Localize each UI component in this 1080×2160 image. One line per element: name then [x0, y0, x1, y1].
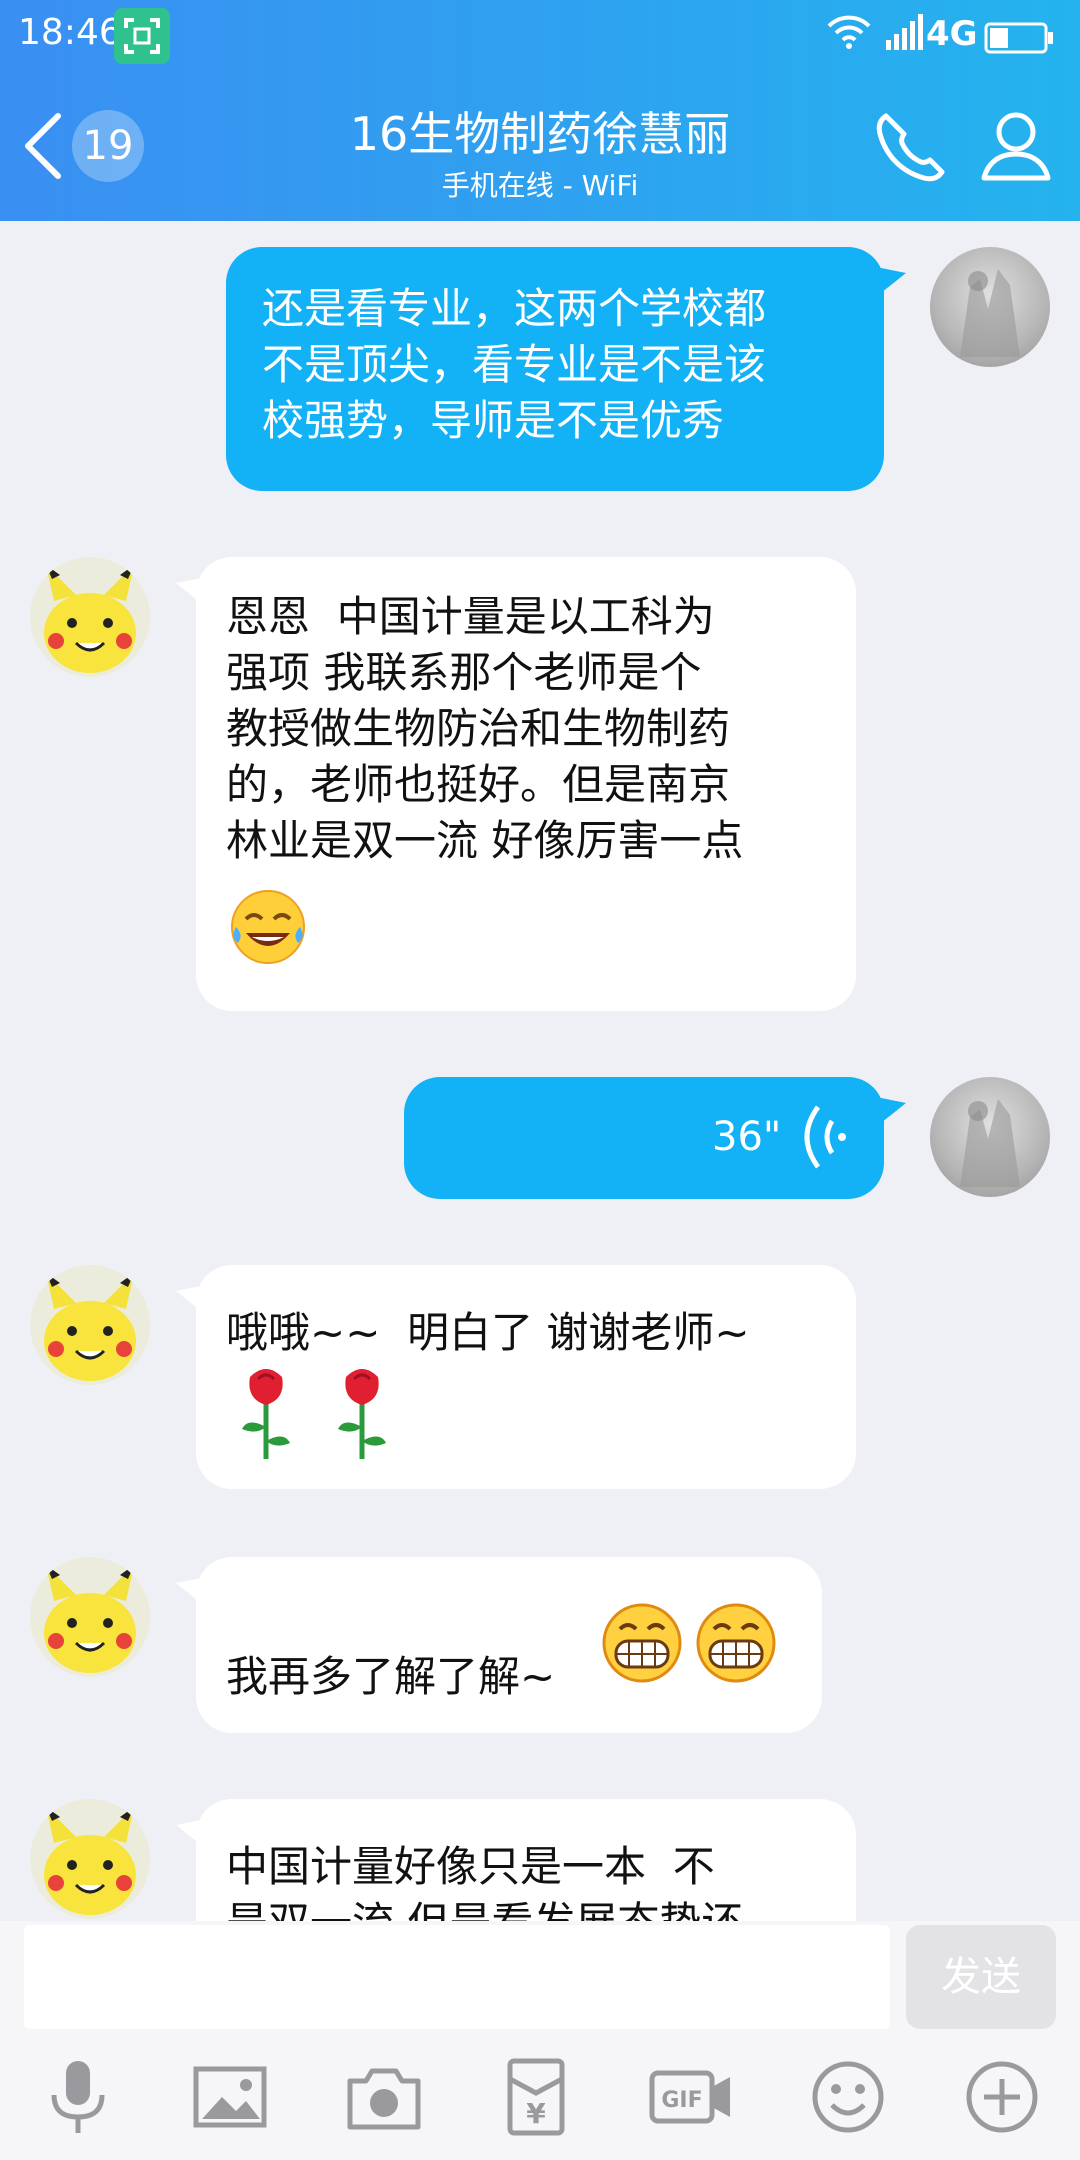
message-bubble-incoming[interactable]: 恩恩 中国计量是以工科为 强项 我联系那个老师是个 教授做生物防治和生物制药 的…	[196, 557, 856, 1011]
my-avatar[interactable]	[930, 1077, 1050, 1197]
gif-icon[interactable]: GIF	[648, 2057, 734, 2137]
bubble-tail	[176, 1819, 206, 1849]
message-text: 还是看专业，这两个学校都 不是顶尖，看专业是不是该 校强势，导师是不是优秀	[262, 284, 767, 445]
my-avatar[interactable]	[930, 247, 1050, 367]
message-text: 哦哦~~ 明白了 谢谢老师~	[226, 1308, 750, 1357]
contact-avatar[interactable]	[30, 1557, 150, 1677]
plus-icon[interactable]	[962, 2057, 1042, 2137]
send-button[interactable]: 发送	[906, 1925, 1056, 2029]
screenshot-scan-icon	[114, 8, 170, 64]
message-input[interactable]	[24, 1925, 890, 2029]
message-list[interactable]: 还是看专业，这两个学校都 不是顶尖，看专业是不是该 校强势，导师是不是优秀 恩恩…	[0, 221, 1080, 1921]
contact-avatar[interactable]	[30, 557, 150, 677]
message-bubble-incoming[interactable]: 中国计量好像只是一本 不 是双一流 但是看发展态势还	[196, 1799, 856, 1921]
bubble-tail	[176, 577, 206, 607]
svg-text:¥: ¥	[526, 2097, 546, 2130]
grin-emoji	[602, 1603, 682, 1683]
signal-icon	[886, 14, 926, 54]
svg-text:GIF: GIF	[661, 2088, 702, 2113]
message-bubble-incoming[interactable]: 哦哦~~ 明白了 谢谢老师~	[196, 1265, 856, 1489]
wifi-icon	[826, 14, 872, 54]
battery-icon	[984, 22, 1054, 58]
rose-emoji	[242, 1369, 290, 1459]
bubble-tail	[876, 267, 906, 297]
red-packet-icon[interactable]: ¥	[496, 2057, 576, 2137]
message-bubble-outgoing[interactable]: 还是看专业，这两个学校都 不是顶尖，看专业是不是该 校强势，导师是不是优秀	[226, 247, 884, 491]
mic-icon[interactable]	[38, 2057, 118, 2137]
voice-wave-icon	[804, 1105, 846, 1169]
contact-avatar[interactable]	[30, 1799, 150, 1919]
camera-icon[interactable]	[344, 2057, 424, 2137]
contact-avatar[interactable]	[30, 1265, 150, 1385]
bubble-tail	[876, 1097, 906, 1127]
rose-emoji	[338, 1369, 386, 1459]
image-icon[interactable]	[190, 2057, 270, 2137]
emoji-icon[interactable]	[808, 2057, 888, 2137]
bubble-tail	[176, 1577, 206, 1607]
network-type: 4G	[926, 14, 978, 54]
voice-message-bubble[interactable]: 36"	[404, 1077, 884, 1199]
voice-duration: 36"	[712, 1114, 782, 1160]
input-bar: 发送 ¥ GIF	[0, 1921, 1080, 2160]
status-bar: 18:46 4G	[0, 0, 1080, 74]
message-bubble-incoming[interactable]: 我再多了解了解~	[196, 1557, 822, 1733]
laugh-cry-emoji	[231, 890, 305, 964]
grin-emoji	[696, 1603, 776, 1683]
phone-call-icon[interactable]	[872, 110, 948, 190]
bubble-tail	[176, 1285, 206, 1315]
contact-profile-icon[interactable]	[978, 108, 1054, 188]
status-time: 18:46	[18, 12, 122, 53]
message-text: 中国计量好像只是一本 不 是双一流 但是看发展态势还	[226, 1842, 743, 1921]
chat-header: 18:46 4G 19 16生物制药徐慧丽 手机在线 - WiFi	[0, 0, 1080, 221]
message-text: 恩恩 中国计量是以工科为 强项 我联系那个老师是个 教授做生物防治和生物制药 的…	[226, 592, 744, 865]
message-text: 我再多了解了解~	[226, 1652, 556, 1701]
